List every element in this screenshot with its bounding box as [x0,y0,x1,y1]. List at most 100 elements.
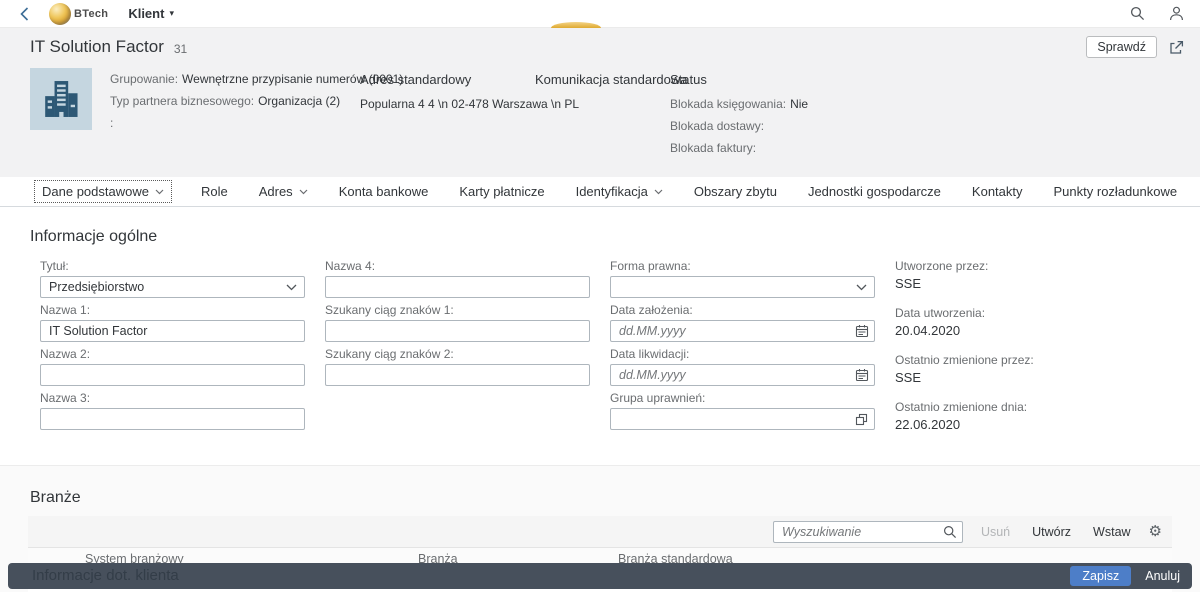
header-facet-status: Status Blokada księgowania:Nie Blokada d… [670,68,808,163]
chevron-down-icon[interactable] [279,277,304,297]
calendar-icon[interactable] [849,365,874,385]
search-icon[interactable] [1130,6,1145,21]
tab-karty-platnicze[interactable]: Karty płatnicze [457,181,546,202]
grupa-uprawnien-label: Grupa uprawnień: [610,391,875,405]
back-button[interactable] [14,7,35,21]
status-facet-title: Status [670,72,808,87]
tab-identyfikacja[interactable]: Identyfikacja [574,181,665,202]
field-grupa-uprawnien: Grupa uprawnień: [610,391,875,430]
nazwa1-input[interactable] [40,320,305,342]
field-zmienione-dnia: Ostatnio zmienione dnia: 22.06.2020 [895,400,1175,432]
cancel-button[interactable]: Anuluj [1145,569,1180,583]
status-row-label: Blokada księgowania: [670,97,786,111]
create-button[interactable]: Utwórz [1028,523,1075,541]
field-data-zalozenia: Data założenia: [610,303,875,342]
check-button[interactable]: Sprawdź [1086,36,1157,58]
forma-prawna-label: Forma prawna: [610,259,875,273]
insert-button[interactable]: Wstaw [1089,523,1135,541]
nazwa3-input[interactable] [40,408,305,430]
search-input[interactable] [773,521,963,543]
status-row-label: Blokada dostawy: [670,119,764,133]
address-facet-title: Adres standardowy [360,72,535,87]
search-icon[interactable] [939,522,961,542]
zmienione-przez-label: Ostatnio zmienione przez: [895,353,1175,367]
field-nazwa2: Nazwa 2: [40,347,305,386]
data-likwidacji-input[interactable] [610,364,875,386]
utworzone-przez-label: Utworzone przez: [895,259,1175,273]
gear-icon[interactable]: ⚙ [1149,524,1162,539]
form-column-2: Nazwa 4: Szukany ciąg znaków 1: Szukany … [325,259,590,447]
tytul-select[interactable] [40,276,305,298]
form-column-1: Tytuł: Nazwa 1: Nazwa 2: Nazwa 3: [40,259,305,447]
chevron-down-icon [299,189,308,195]
table-toolbar: Usuń Utwórz Wstaw ⚙ [28,516,1172,547]
field-tytul: Tytuł: [40,259,305,298]
object-header: IT Solution Factor 31 Sprawdź [0,28,1200,177]
tab-role[interactable]: Role [199,181,230,202]
nazwa2-label: Nazwa 2: [40,347,305,361]
tab-obszary-zbytu[interactable]: Obszary zbytu [692,181,779,202]
szukany1-input[interactable] [325,320,590,342]
section-title-general: Informacje ogólne [30,228,1200,246]
form-column-4: Utworzone przez: SSE Data utworzenia: 20… [895,259,1175,447]
value-help-icon[interactable] [849,409,874,429]
app-title-menu[interactable]: Klient ▾ [128,6,174,21]
tab-dane-podstawowe[interactable]: Dane podstawowe [34,180,172,203]
shell-bar: BTech Klient ▾ [0,0,1200,28]
globe-logo-icon [49,3,71,25]
szukany1-label: Szukany ciąg znaków 1: [325,303,590,317]
field-data-likwidacji: Data likwidacji: [610,347,875,386]
empty-attribute-colon: : [110,116,113,130]
grouping-label: Grupowanie: [110,72,178,86]
tab-jednostki-gospodarcze[interactable]: Jednostki gospodarcze [806,181,943,202]
field-zmienione-przez: Ostatnio zmienione przez: SSE [895,353,1175,385]
nazwa2-input[interactable] [40,364,305,386]
page-title: IT Solution Factor [30,37,164,57]
address-value: Popularna 4 4 \n 02-478 Warszawa \n PL [360,97,535,111]
zmienione-przez-value: SSE [895,370,1175,385]
partner-type-value: Organizacja (2) [258,94,340,108]
tab-kontakty[interactable]: Kontakty [970,181,1025,202]
field-szukany2: Szukany ciąg znaków 2: [325,347,590,386]
delete-button[interactable]: Usuń [977,523,1014,541]
btech-logo: BTech [49,3,108,25]
tab-bar: Dane podstawowe Role Adres Konta bankowe… [0,177,1200,207]
szukany2-label: Szukany ciąg znaków 2: [325,347,590,361]
header-facet-general: Grupowanie:Wewnętrzne przypisanie numeró… [110,68,360,163]
field-forma-prawna: Forma prawna: [610,259,875,298]
avatar [30,68,92,130]
field-nazwa1: Nazwa 1: [40,303,305,342]
zmienione-dnia-label: Ostatnio zmienione dnia: [895,400,1175,414]
grupa-uprawnien-input[interactable] [610,408,875,430]
tab-adres[interactable]: Adres [257,181,310,202]
form-column-3: Forma prawna: Data założenia: Data likwi… [610,259,875,447]
szukany2-input[interactable] [325,364,590,386]
field-nazwa4: Nazwa 4: [325,259,590,298]
save-button[interactable]: Zapisz [1070,566,1131,586]
status-row-label: Blokada faktury: [670,141,756,155]
forma-prawna-select[interactable] [610,276,875,298]
user-profile-icon[interactable] [1169,6,1184,21]
tytul-label: Tytuł: [40,259,305,273]
field-nazwa3: Nazwa 3: [40,391,305,430]
data-zalozenia-label: Data założenia: [610,303,875,317]
chevron-down-icon [654,189,663,195]
logo-watermark [551,22,601,28]
table-search [773,521,963,543]
communication-facet-title: Komunikacja standardowa [535,72,670,87]
nazwa3-label: Nazwa 3: [40,391,305,405]
footer-bar: Informacje dot. klienta Zapisz Anuluj [8,563,1192,589]
field-data-utworzenia: Data utworzenia: 20.04.2020 [895,306,1175,338]
tab-punkty-rozladunkowe[interactable]: Punkty rozładunkowe [1052,181,1180,202]
header-facet-address: Adres standardowy Popularna 4 4 \n 02-47… [360,68,535,163]
utworzone-przez-value: SSE [895,276,1175,291]
nazwa4-input[interactable] [325,276,590,298]
calendar-icon[interactable] [849,321,874,341]
section-title-industries: Branże [28,489,1172,507]
data-zalozenia-input[interactable] [610,320,875,342]
chevron-down-icon[interactable] [849,277,874,297]
tab-konta-bankowe[interactable]: Konta bankowe [337,181,431,202]
share-icon[interactable] [1169,40,1184,55]
field-szukany1: Szukany ciąg znaków 1: [325,303,590,342]
app-window: BTech Klient ▾ IT Solution Factor 31 Spr… [0,0,1200,592]
